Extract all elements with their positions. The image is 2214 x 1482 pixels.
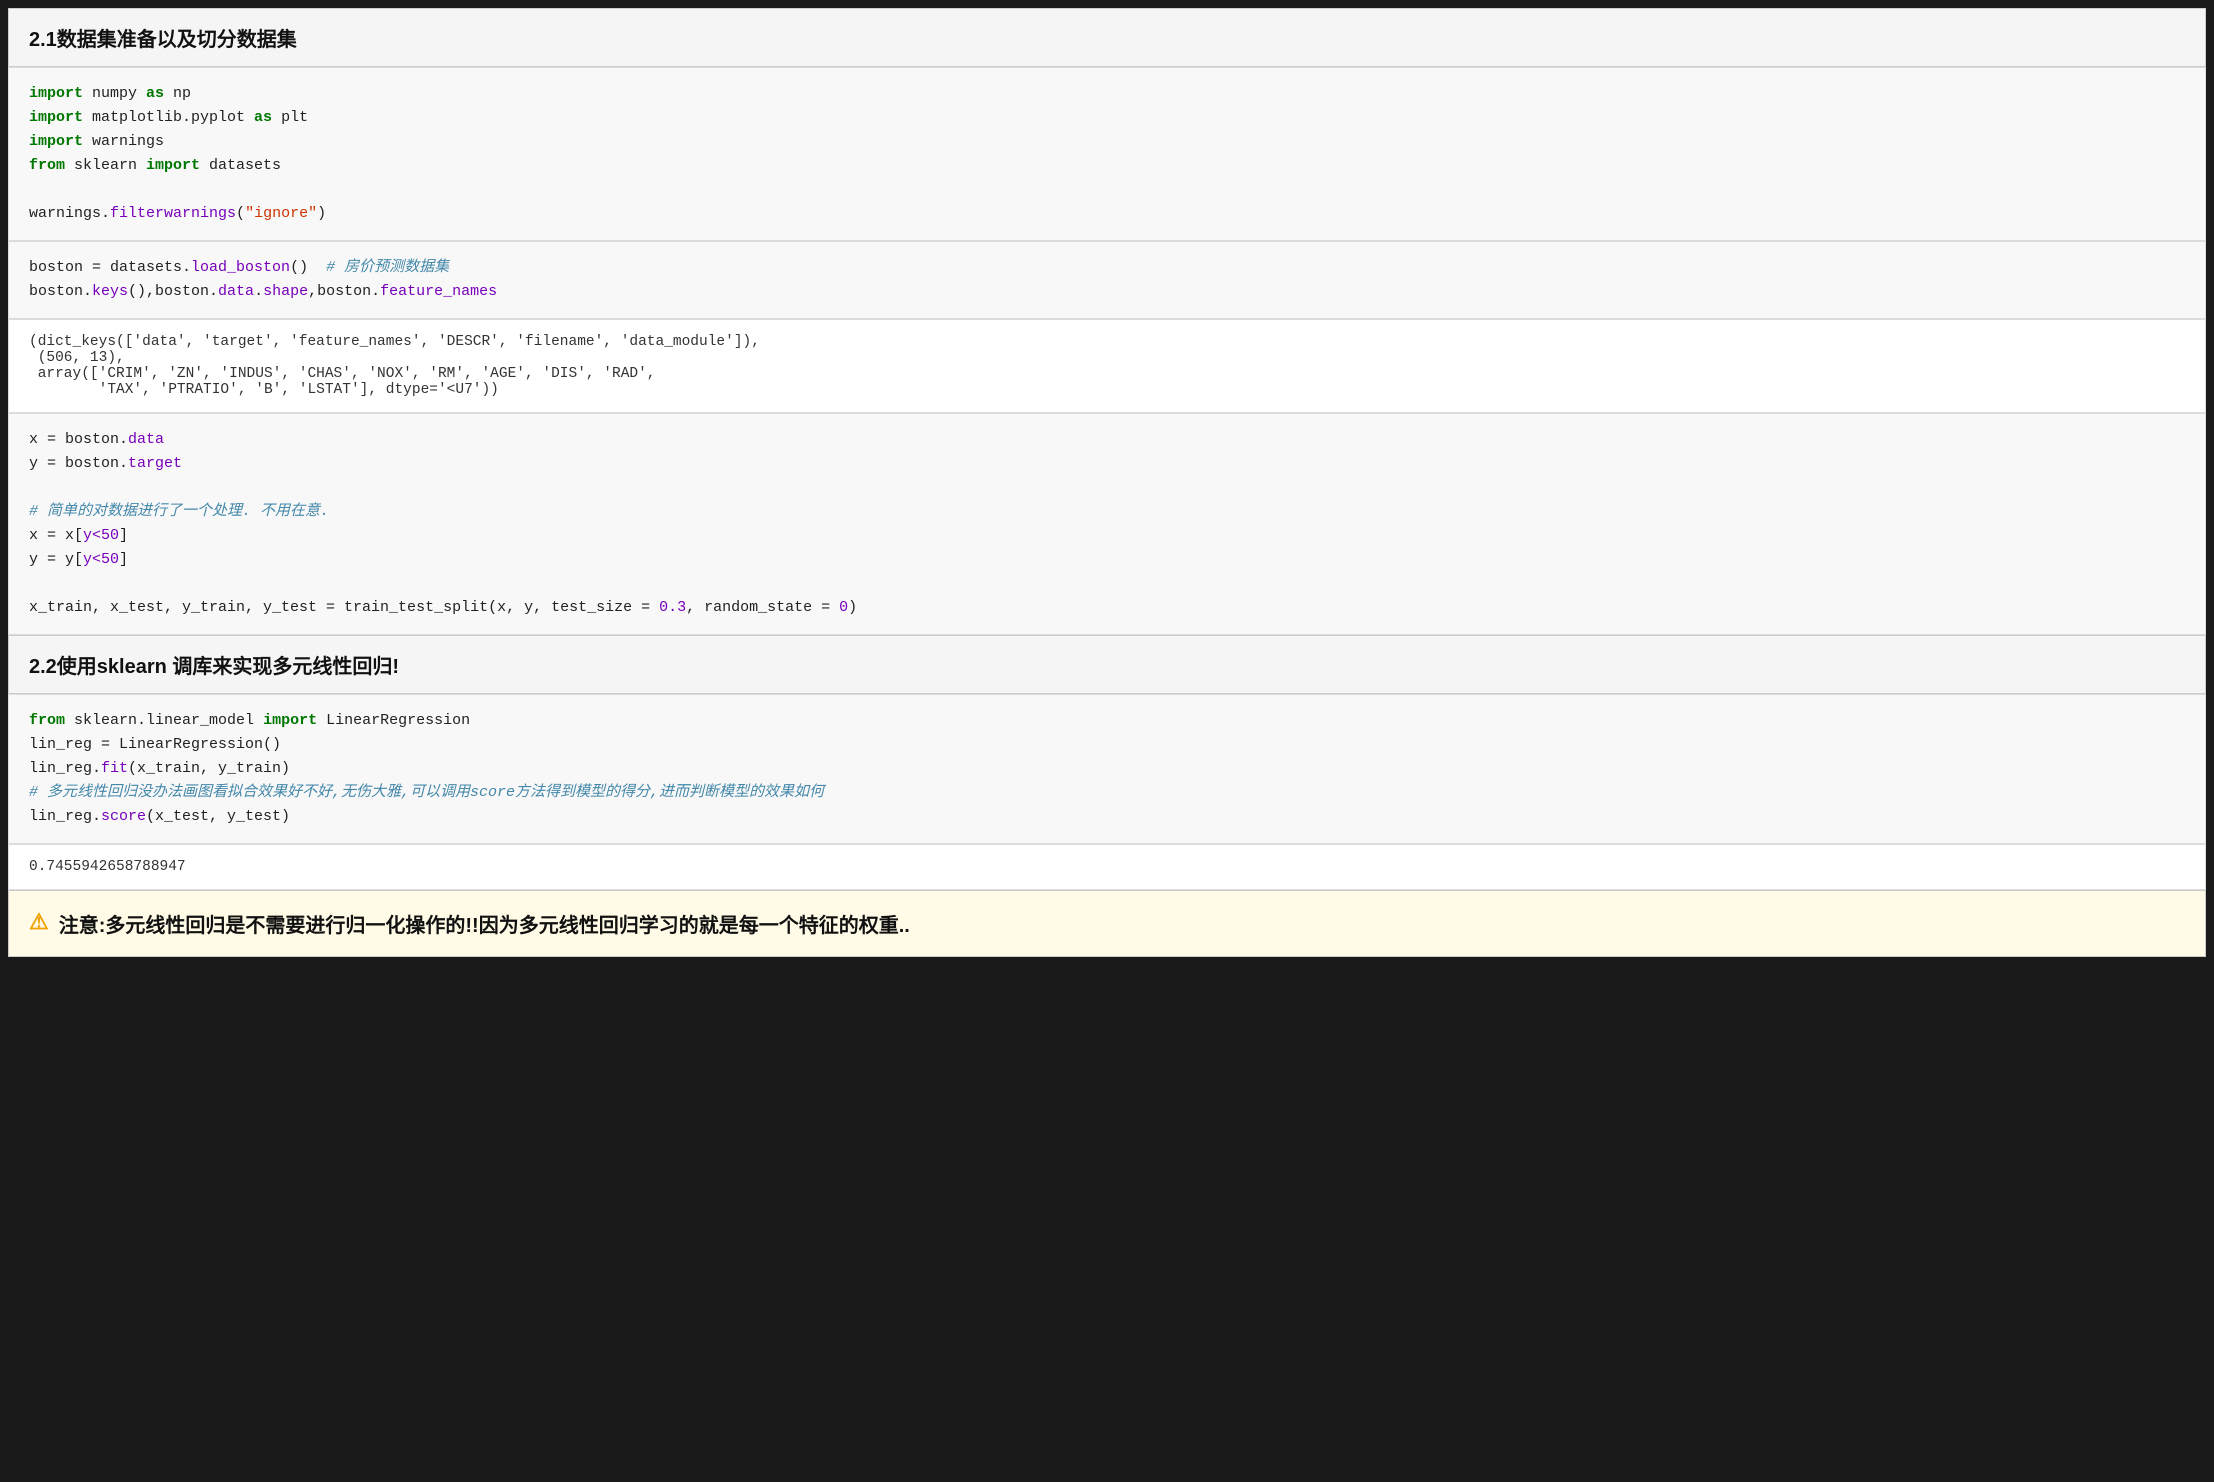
code-line xyxy=(29,572,2185,596)
comment: # 多元线性回归没办法画图看拟合效果好不好,无伤大雅,可以调用score方法得到… xyxy=(29,784,824,801)
number: 0 xyxy=(839,599,848,616)
code-line: x = x[y<50] xyxy=(29,524,2185,548)
code-line: y = y[y<50] xyxy=(29,548,2185,572)
section1-header: 2.1数据集准备以及切分数据集 xyxy=(8,8,2206,67)
code-cell-imports: import numpy as np import matplotlib.pyp… xyxy=(8,67,2206,241)
code-line: boston = datasets.load_boston() # 房价预测数据… xyxy=(29,256,2185,280)
function: load_boston xyxy=(191,259,290,276)
code-text: () xyxy=(290,259,326,276)
code-line: # 简单的对数据进行了一个处理. 不用在意. xyxy=(29,500,2185,524)
code-text: ) xyxy=(317,205,326,222)
string: "ignore" xyxy=(245,205,317,222)
code-text: ] xyxy=(119,551,128,568)
code-text: x = x[ xyxy=(29,527,83,544)
code-text: x_train, x_test, y_train, y_test = train… xyxy=(29,599,659,616)
keyword: import xyxy=(29,133,83,150)
number: 0.3 xyxy=(659,599,686,616)
keyword: import xyxy=(263,712,317,729)
code-line: import numpy as np xyxy=(29,82,2185,106)
code-text: (),boston. xyxy=(128,283,218,300)
code-text: lin_reg. xyxy=(29,808,101,825)
code-text: x = boston. xyxy=(29,431,128,448)
code-line xyxy=(29,178,2185,202)
code-text: (x_train, y_train) xyxy=(128,760,290,777)
code-line: warnings.filterwarnings("ignore") xyxy=(29,202,2185,226)
code-text: np xyxy=(164,85,191,102)
code-text: , random_state = xyxy=(686,599,839,616)
function: keys xyxy=(92,283,128,300)
section1-title: 2.1数据集准备以及切分数据集 xyxy=(29,29,297,51)
warning-icon: ⚠ xyxy=(29,909,49,935)
code-line: import warnings xyxy=(29,130,2185,154)
output-cell-1: (dict_keys(['data', 'target', 'feature_n… xyxy=(8,319,2206,413)
code-line: lin_reg.score(x_test, y_test) xyxy=(29,805,2185,829)
code-text: boston = datasets. xyxy=(29,259,191,276)
keyword: as xyxy=(254,109,272,126)
code-line: lin_reg.fit(x_train, y_train) xyxy=(29,757,2185,781)
section2-title: 2.2使用sklearn 调库来实现多元线性回归! xyxy=(29,656,399,678)
code-text: numpy xyxy=(83,85,146,102)
attribute: y<50 xyxy=(83,527,119,544)
code-text: matplotlib.pyplot xyxy=(83,109,254,126)
attribute: data xyxy=(128,431,164,448)
keyword: import xyxy=(29,85,83,102)
code-text: plt xyxy=(272,109,308,126)
warning-cell: ⚠ 注意:多元线性回归是不需要进行归一化操作的!!因为多元线性回归学习的就是每一… xyxy=(8,890,2206,957)
code-text: warnings. xyxy=(29,205,110,222)
code-text: sklearn.linear_model xyxy=(65,712,263,729)
code-line xyxy=(29,476,2185,500)
code-line: y = boston.target xyxy=(29,452,2185,476)
code-text: lin_reg. xyxy=(29,760,101,777)
code-line: lin_reg = LinearRegression() xyxy=(29,733,2185,757)
attribute: shape xyxy=(263,283,308,300)
notebook-container: 2.1数据集准备以及切分数据集 import numpy as np impor… xyxy=(0,0,2214,965)
comment: # 房价预测数据集 xyxy=(326,259,449,276)
code-cell-linear-regression: from sklearn.linear_model import LinearR… xyxy=(8,694,2206,844)
attribute: target xyxy=(128,455,182,472)
code-text: y = boston. xyxy=(29,455,128,472)
code-text: . xyxy=(254,283,263,300)
code-text: sklearn xyxy=(65,157,146,174)
attribute: y<50 xyxy=(83,551,119,568)
code-cell-load-boston: boston = datasets.load_boston() # 房价预测数据… xyxy=(8,241,2206,319)
code-line: x = boston.data xyxy=(29,428,2185,452)
attribute: data xyxy=(218,283,254,300)
code-text: boston. xyxy=(29,283,92,300)
code-line: # 多元线性回归没办法画图看拟合效果好不好,无伤大雅,可以调用score方法得到… xyxy=(29,781,2185,805)
keyword: import xyxy=(29,109,83,126)
function: fit xyxy=(101,760,128,777)
function: score xyxy=(101,808,146,825)
code-text: ( xyxy=(236,205,245,222)
keyword: from xyxy=(29,712,65,729)
code-text: (x_test, y_test) xyxy=(146,808,290,825)
keyword: from xyxy=(29,157,65,174)
function: filterwarnings xyxy=(110,205,236,222)
code-text: ) xyxy=(848,599,857,616)
code-text: LinearRegression xyxy=(317,712,470,729)
code-text: warnings xyxy=(83,133,164,150)
code-line: import matplotlib.pyplot as plt xyxy=(29,106,2185,130)
warning-text: 注意:多元线性回归是不需要进行归一化操作的!!因为多元线性回归学习的就是每一个特… xyxy=(59,909,910,938)
comment: # 简单的对数据进行了一个处理. 不用在意. xyxy=(29,503,329,520)
code-text: lin_reg = LinearRegression() xyxy=(29,736,281,753)
code-line: boston.keys(),boston.data.shape,boston.f… xyxy=(29,280,2185,304)
code-text: datasets xyxy=(200,157,281,174)
code-text: ,boston. xyxy=(308,283,380,300)
code-line: from sklearn import datasets xyxy=(29,154,2185,178)
output-cell-2: 0.7455942658788947 xyxy=(8,844,2206,890)
code-cell-data-prep: x = boston.data y = boston.target # 简单的对… xyxy=(8,413,2206,635)
keyword: as xyxy=(146,85,164,102)
section2-header: 2.2使用sklearn 调库来实现多元线性回归! xyxy=(8,635,2206,694)
code-text: y = y[ xyxy=(29,551,83,568)
attribute: feature_names xyxy=(380,283,497,300)
keyword: import xyxy=(146,157,200,174)
code-text: ] xyxy=(119,527,128,544)
code-line: from sklearn.linear_model import LinearR… xyxy=(29,709,2185,733)
code-line: x_train, x_test, y_train, y_test = train… xyxy=(29,596,2185,620)
